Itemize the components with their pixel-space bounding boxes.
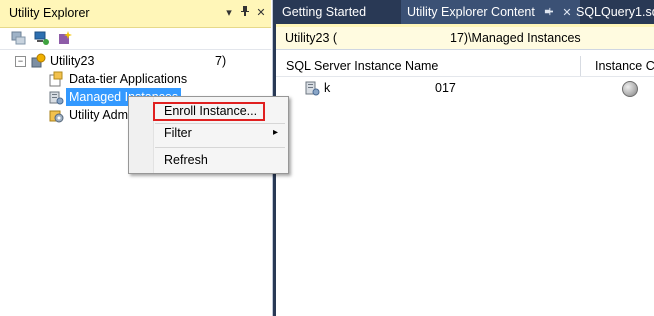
- path-text-end: 17)\Managed Instances: [450, 31, 581, 45]
- submenu-arrow-icon: ▸: [273, 127, 279, 138]
- cpu-status-indicator-icon: [622, 81, 638, 97]
- instance-name-start: k: [324, 81, 331, 95]
- connect-icon[interactable]: [10, 29, 28, 47]
- panel-title: Utility Explorer: [9, 6, 90, 20]
- utility-explorer-content: Utility23 ( 17)\Managed Instances SQL Se…: [276, 24, 654, 316]
- tree-node-data-tier-applications[interactable]: Data-tier Applications: [0, 70, 270, 88]
- panel-title-bar: Utility Explorer ▾ ✕: [0, 0, 271, 28]
- menu-item-filter[interactable]: Filter: [164, 123, 282, 143]
- sql-instance-icon: [304, 80, 320, 96]
- tab-getting-started[interactable]: Getting Started: [276, 0, 374, 24]
- utility-server-icon: [30, 53, 46, 69]
- tree-node-label: Data-tier Applications: [69, 72, 188, 86]
- managed-instances-icon: [48, 89, 64, 105]
- table-row[interactable]: k 017: [276, 78, 654, 98]
- tab-sqlquery1[interactable]: SQLQuery1.sq: [570, 0, 654, 24]
- menu-item-label: Filter: [164, 126, 192, 140]
- explorer-toolbar: [0, 27, 271, 50]
- tree-node-utility-root[interactable]: − Utility23 7): [0, 52, 270, 70]
- utility-administration-icon: [48, 107, 64, 123]
- tree-node-label-suffix: 7): [215, 54, 227, 68]
- tree-node-label: Utility Adm: [69, 108, 129, 122]
- path-breadcrumb: Utility23 ( 17)\Managed Instances: [276, 27, 654, 50]
- grid-header: SQL Server Instance Name Instance CF: [276, 56, 654, 77]
- menu-item-refresh[interactable]: Refresh: [164, 150, 282, 170]
- tab-label: Utility Explorer Content: [407, 5, 535, 19]
- tab-label: SQLQuery1.sq: [576, 5, 654, 19]
- column-header-instance-name[interactable]: SQL Server Instance Name: [286, 59, 438, 73]
- close-panel-icon[interactable]: ✕: [254, 5, 268, 21]
- window-position-dropdown-icon[interactable]: ▾: [222, 5, 236, 21]
- context-menu: Enroll Instance... Filter ▸ Refresh: [128, 96, 289, 174]
- column-divider[interactable]: [580, 56, 581, 76]
- tab-label: Getting Started: [282, 5, 367, 19]
- annotation-highlight-box: [153, 102, 265, 121]
- data-tier-applications-icon: [48, 71, 64, 87]
- tab-pin-icon[interactable]: [544, 7, 556, 19]
- column-header-instance-cpu[interactable]: Instance CF: [595, 59, 654, 73]
- instance-name-end: 017: [435, 81, 456, 95]
- document-pane: Getting Started Utility Explorer Content…: [276, 0, 654, 316]
- path-text-start: Utility23 (: [285, 31, 338, 45]
- wizard-icon[interactable]: [56, 29, 74, 47]
- refresh-icon[interactable]: [33, 29, 51, 47]
- menu-item-label: Refresh: [164, 153, 208, 167]
- collapse-expander[interactable]: −: [15, 56, 26, 67]
- menu-separator: [155, 147, 285, 148]
- menu-icon-gutter: [129, 97, 154, 173]
- tab-utility-explorer-content[interactable]: Utility Explorer Content ✕: [401, 0, 580, 24]
- auto-hide-pin-icon[interactable]: [238, 5, 252, 21]
- document-tab-strip: Getting Started Utility Explorer Content…: [276, 0, 654, 24]
- tree-node-label: Utility23: [50, 54, 95, 68]
